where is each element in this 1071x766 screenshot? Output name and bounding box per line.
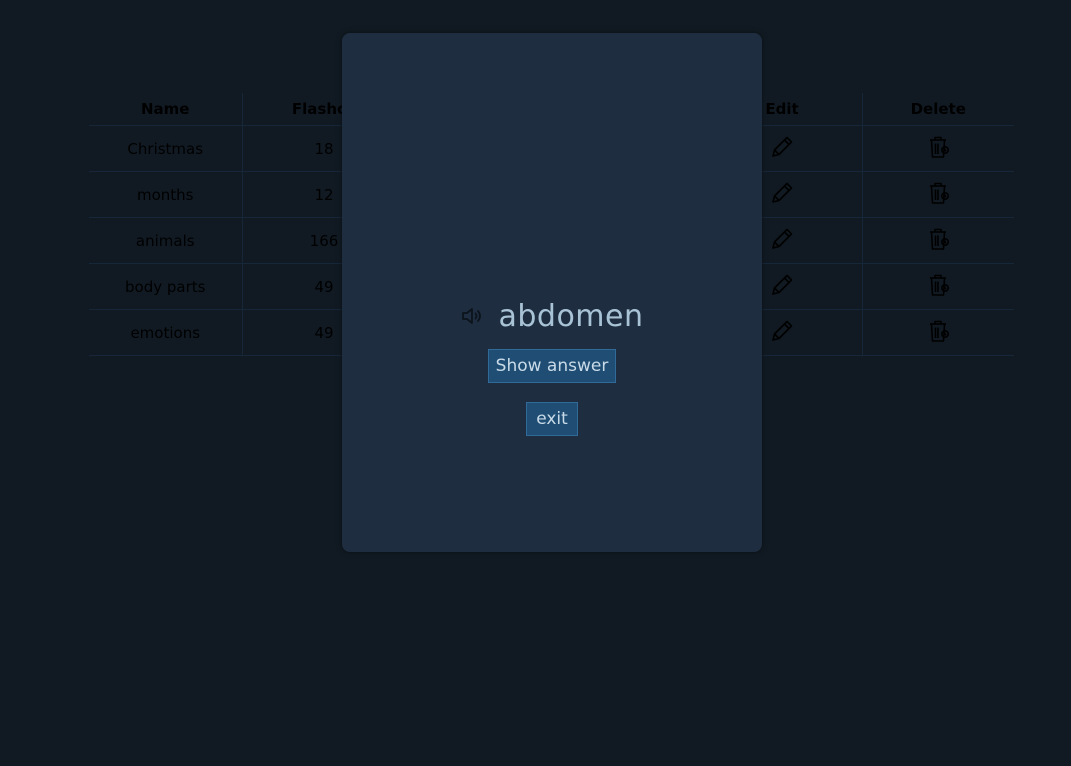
delete-cell: [861, 309, 1014, 356]
delete-cell: [861, 171, 1014, 218]
header-delete: Delete: [861, 93, 1014, 126]
exit-button[interactable]: exit: [526, 402, 578, 436]
show-answer-button[interactable]: Show answer: [488, 349, 616, 383]
deck-name: body parts: [89, 263, 242, 310]
deck-name: months: [89, 171, 242, 218]
trash-icon[interactable]: [925, 272, 951, 298]
header-name: Name: [89, 93, 242, 126]
flashcard-modal: abdomen Show answer exit: [342, 33, 762, 552]
deck-name: Christmas: [89, 125, 242, 172]
speaker-icon[interactable]: [460, 304, 484, 328]
delete-cell: [861, 125, 1014, 172]
deck-name: emotions: [89, 309, 242, 356]
pencil-icon[interactable]: [769, 134, 795, 160]
delete-cell: [861, 263, 1014, 310]
page: Name Flashca Edit Delete Christmas 18 mont…: [0, 0, 1071, 766]
deck-name: animals: [89, 217, 242, 264]
pencil-icon[interactable]: [769, 272, 795, 298]
trash-icon[interactable]: [925, 226, 951, 252]
flashcard-word: abdomen: [498, 298, 644, 334]
pencil-icon[interactable]: [769, 180, 795, 206]
trash-icon[interactable]: [925, 318, 951, 344]
word-row: abdomen: [342, 298, 762, 334]
trash-icon[interactable]: [925, 134, 951, 160]
delete-cell: [861, 217, 1014, 264]
pencil-icon[interactable]: [769, 226, 795, 252]
pencil-icon[interactable]: [769, 318, 795, 344]
trash-icon[interactable]: [925, 180, 951, 206]
